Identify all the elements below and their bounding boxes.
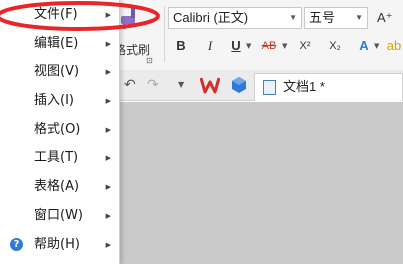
- menu-item-insert[interactable]: 插入(I) ▶: [0, 87, 120, 115]
- submenu-arrow-icon: ▶: [105, 126, 111, 134]
- cube-icon[interactable]: [231, 76, 247, 94]
- menu-item-edit[interactable]: 编辑(E) ▶: [0, 30, 120, 58]
- menu-item-label: 窗口(W): [34, 208, 83, 223]
- grow-font-button[interactable]: A⁺: [377, 10, 393, 26]
- menu-item-view[interactable]: 视图(V) ▶: [0, 58, 120, 86]
- menu-item-help[interactable]: ? 帮助(H) ▶: [0, 231, 120, 259]
- ribbon-divider: [164, 6, 165, 62]
- submenu-arrow-icon: ▶: [105, 40, 111, 48]
- italic-button[interactable]: I: [202, 36, 218, 56]
- highlight-button[interactable]: ab: [386, 36, 402, 56]
- submenu-arrow-icon: ▶: [105, 154, 111, 162]
- submenu-arrow-icon: ▶: [105, 11, 111, 19]
- menu-item-label: 编辑(E): [34, 36, 79, 51]
- menu-item-window[interactable]: 窗口(W) ▶: [0, 202, 120, 230]
- chevron-down-icon: ▼: [355, 13, 363, 22]
- strikethrough-button[interactable]: AB: [256, 36, 282, 56]
- submenu-arrow-icon: ▶: [105, 183, 111, 191]
- text-effect-dropdown-icon[interactable]: ▼: [374, 42, 379, 50]
- wps-logo-icon[interactable]: [200, 76, 220, 94]
- text-effect-button[interactable]: A: [356, 36, 372, 56]
- menu-item-tools[interactable]: 工具(T) ▶: [0, 144, 120, 172]
- font-name-value: Calibri (正文): [173, 10, 249, 25]
- font-size-select[interactable]: 五号 ▼: [304, 7, 368, 29]
- submenu-arrow-icon: ▶: [105, 241, 111, 249]
- document-icon: [263, 80, 276, 95]
- document-tab-label: 文档1 *: [283, 79, 325, 94]
- underline-dropdown-icon[interactable]: ▼: [246, 42, 251, 50]
- menu-item-label: 视图(V): [34, 64, 80, 79]
- menu-item-label: 工具(T): [34, 150, 79, 165]
- font-size-value: 五号: [309, 10, 336, 25]
- tab-document[interactable]: 文档1 *: [254, 73, 403, 101]
- menu-item-label: 文件(F): [34, 7, 78, 22]
- menu-item-file[interactable]: 文件(F) ▶: [0, 1, 120, 29]
- undo-icon[interactable]: ↶: [124, 77, 136, 93]
- menu-item-label: 表格(A): [34, 179, 80, 194]
- strike-dropdown-icon[interactable]: ▼: [282, 42, 287, 50]
- underline-button[interactable]: U: [228, 36, 244, 56]
- submenu-arrow-icon: ▶: [105, 97, 111, 105]
- menu-item-label: 插入(I): [34, 93, 74, 108]
- subscript-button[interactable]: X₂: [326, 36, 344, 56]
- format-painter-icon[interactable]: [119, 6, 141, 30]
- quick-access-dropdown-icon[interactable]: ▼: [178, 80, 184, 89]
- font-name-select[interactable]: Calibri (正文) ▼: [168, 7, 302, 29]
- submenu-arrow-icon: ▶: [105, 212, 111, 220]
- superscript-button[interactable]: X²: [296, 36, 314, 56]
- menu-item-table[interactable]: 表格(A) ▶: [0, 173, 120, 201]
- help-icon: ?: [10, 238, 23, 251]
- main-menu: 文件(F) ▶ 编辑(E) ▶ 视图(V) ▶ 插入(I) ▶ 格式(O) ▶ …: [0, 0, 120, 264]
- submenu-arrow-icon: ▶: [105, 68, 111, 76]
- menu-item-label: 帮助(H): [34, 237, 80, 252]
- chevron-down-icon: ▼: [289, 13, 297, 22]
- menu-item-label: 格式(O): [34, 122, 81, 137]
- menu-item-format[interactable]: 格式(O) ▶: [0, 116, 120, 144]
- redo-icon[interactable]: ↷: [147, 77, 159, 93]
- bold-button[interactable]: B: [172, 36, 190, 56]
- ribbon-launcher-icon[interactable]: ⊡: [146, 56, 153, 65]
